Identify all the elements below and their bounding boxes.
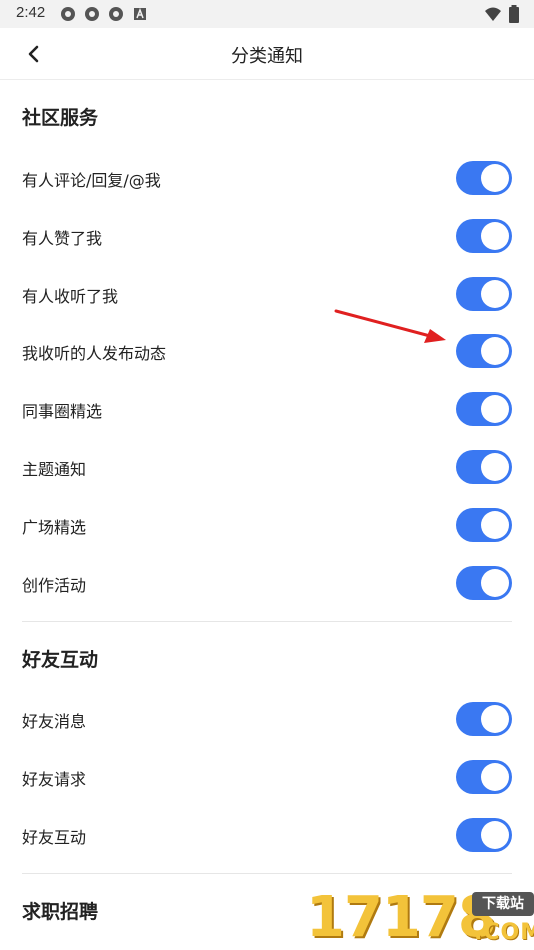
battery-icon: [509, 5, 519, 23]
system-icons: [484, 5, 520, 23]
watermark-logo: 17178 下载站 .COM: [306, 886, 534, 950]
setting-label: 同事圈精选: [22, 402, 103, 421]
watermark-badge: 下载站: [472, 892, 534, 916]
red-arrow-annotation: [334, 309, 446, 343]
toggle-knob: [481, 821, 509, 849]
app-notification-icon: [61, 7, 75, 21]
watermark-domain: .COM: [474, 920, 534, 945]
setting-row: 有人评论/回复/@我: [0, 149, 534, 207]
a-letter-icon: [134, 7, 146, 20]
notification-icons: [60, 6, 148, 22]
toggle-knob: [481, 763, 509, 791]
notification-toggle[interactable]: [456, 219, 512, 253]
section-divider: [22, 873, 512, 874]
setting-label: 创作活动: [22, 576, 87, 595]
toggle-knob: [481, 164, 509, 192]
toggle-knob: [481, 337, 509, 365]
toggle-knob: [481, 395, 509, 423]
setting-row: 好友消息: [0, 690, 534, 748]
section-title-jobs: 求职招聘: [22, 901, 99, 923]
app-notification-icon: [85, 7, 99, 21]
setting-label: 有人评论/回复/@我: [22, 171, 161, 190]
page-title: 分类通知: [231, 46, 303, 67]
status-time: 2:42: [16, 4, 46, 21]
toggle-knob: [481, 453, 509, 481]
notification-toggle[interactable]: [456, 760, 512, 794]
toggle-knob: [481, 705, 509, 733]
section-divider: [22, 621, 512, 622]
watermark-number: 17178: [306, 885, 497, 950]
notification-toggle[interactable]: [456, 161, 512, 195]
setting-row: 同事圈精选: [0, 380, 534, 438]
toggle-knob: [481, 280, 509, 308]
notification-toggle[interactable]: [456, 508, 512, 542]
status-bar: 2:42: [0, 0, 534, 28]
notification-toggle[interactable]: [456, 450, 512, 484]
toggle-knob: [481, 569, 509, 597]
setting-label: 好友消息: [22, 712, 87, 731]
section-title-friends: 好友互动: [22, 649, 99, 671]
toggle-knob: [481, 511, 509, 539]
setting-label: 有人赞了我: [22, 229, 103, 248]
setting-row: 好友互动: [0, 806, 534, 864]
setting-row: 有人赞了我: [0, 207, 534, 265]
setting-label: 我收听的人发布动态: [22, 344, 167, 363]
setting-row: 主题通知: [0, 438, 534, 496]
setting-row: 好友请求: [0, 748, 534, 806]
setting-row: 广场精选: [0, 496, 534, 554]
setting-label: 好友互动: [22, 828, 87, 847]
wifi-icon: [485, 7, 501, 21]
section-title-community: 社区服务: [22, 107, 99, 129]
setting-label: 主题通知: [22, 460, 87, 479]
toggle-knob: [481, 222, 509, 250]
app-notification-icon: [109, 7, 123, 21]
setting-label: 好友请求: [22, 770, 87, 789]
setting-row: 有人收听了我: [0, 265, 534, 323]
top-bar: 分类通知: [0, 28, 534, 80]
setting-label: 广场精选: [22, 518, 87, 537]
notification-toggle[interactable]: [456, 702, 512, 736]
setting-row: 创作活动: [0, 554, 534, 612]
notification-toggle[interactable]: [456, 277, 512, 311]
notification-toggle[interactable]: [456, 334, 512, 368]
notification-toggle[interactable]: [456, 566, 512, 600]
setting-row: 我收听的人发布动态: [0, 322, 534, 380]
setting-label: 有人收听了我: [22, 287, 119, 306]
notification-toggle[interactable]: [456, 392, 512, 426]
notification-toggle[interactable]: [456, 818, 512, 852]
